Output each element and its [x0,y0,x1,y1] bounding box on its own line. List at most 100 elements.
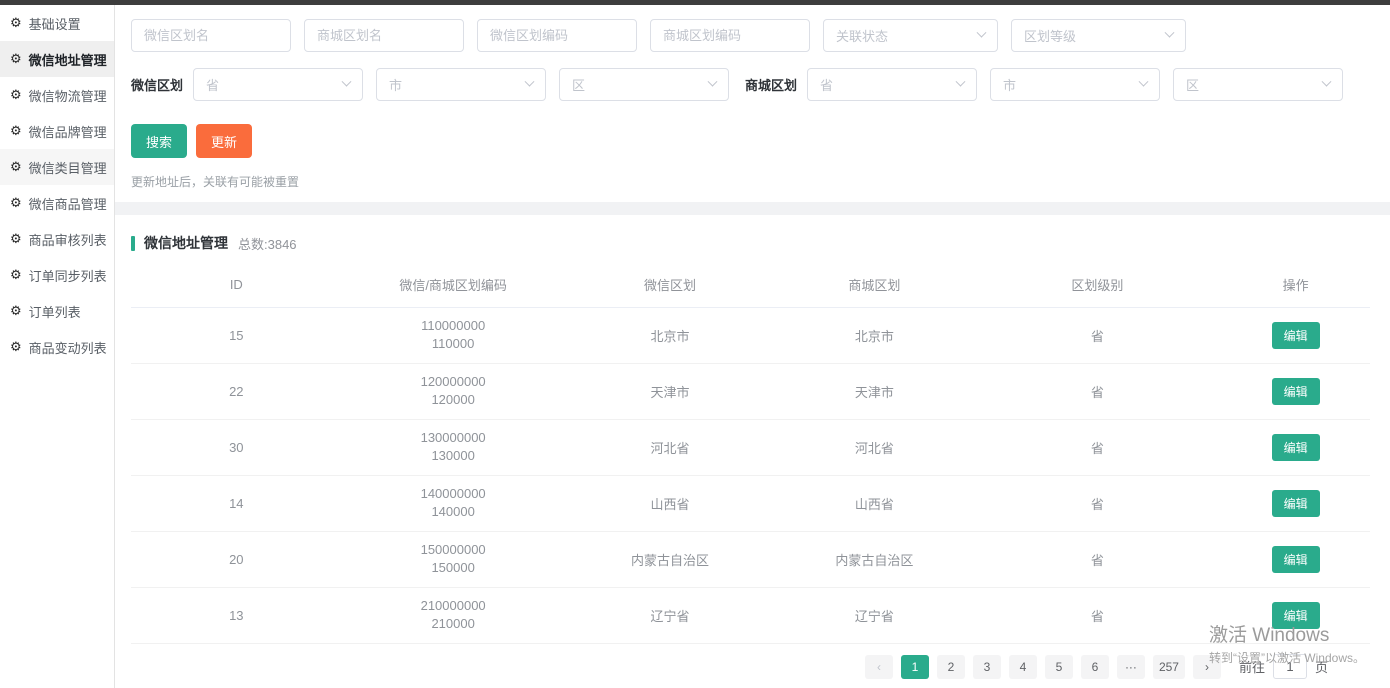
table-row: 14140000000140000山西省山西省省编辑 [131,475,1370,531]
chevron-down-icon [1165,28,1175,38]
column-header: 微信/商城区划编码 [342,263,565,307]
page-button[interactable]: 5 [1045,655,1073,679]
next-page-button[interactable]: › [1193,655,1221,679]
wechat-code: 150000000 [342,541,565,559]
section-header: 微信地址管理 总数:3846 [131,233,1370,253]
page-button[interactable]: 6 [1081,655,1109,679]
cell-level: 省 [974,363,1222,419]
gear-icon: ⚙ [10,161,22,174]
edit-button[interactable]: 编辑 [1272,322,1320,349]
cell-id: 13 [131,587,342,643]
more-pages-button[interactable]: ··· [1117,655,1145,679]
column-header: 商城区划 [775,263,973,307]
wechat-code: 110000000 [342,317,565,335]
cell-codes: 120000000120000 [342,363,565,419]
chevron-down-icon [708,77,718,87]
gear-icon: ⚙ [10,89,22,102]
cell-mall-region: 辽宁省 [775,587,973,643]
wechat-region-select[interactable]: 省 [193,68,363,101]
gear-icon: ⚙ [10,305,22,318]
edit-button[interactable]: 编辑 [1272,434,1320,461]
page-button[interactable]: 1 [901,655,929,679]
sidebar-item-label: 微信商品管理 [29,194,107,213]
cell-mall-region: 山西省 [775,475,973,531]
sidebar-item[interactable]: ⚙微信地址管理 [0,41,114,77]
edit-button[interactable]: 编辑 [1272,602,1320,629]
update-button[interactable]: 更新 [196,124,252,158]
cell-codes: 130000000130000 [342,419,565,475]
page-button[interactable]: 2 [937,655,965,679]
edit-button[interactable]: 编辑 [1272,378,1320,405]
mall-region-select[interactable]: 市 [990,68,1160,101]
wechat-region-select-placeholder: 区 [572,75,585,94]
filter-select-placeholder: 区划等级 [1024,26,1076,45]
gear-icon: ⚙ [10,233,22,246]
mall-region-select-placeholder: 省 [820,75,833,94]
cell-wechat-region: 辽宁省 [565,587,776,643]
sidebar-item[interactable]: ⚙微信商品管理 [0,185,114,221]
sidebar-item-label: 微信物流管理 [29,86,107,105]
cell-mall-region: 北京市 [775,307,973,363]
cell-id: 20 [131,531,342,587]
sidebar-item-label: 商品审核列表 [29,230,107,249]
filter-panel: 关联状态区划等级 微信区划省市区商城区划省市区 搜索 更新 更新地址后，关联有可… [115,5,1390,202]
mall-code: 140000 [342,503,565,521]
sidebar-item[interactable]: ⚙ 微信类目管理 [0,149,114,185]
table-row: 13210000000210000辽宁省辽宁省省编辑 [131,587,1370,643]
sidebar-item[interactable]: ⚙ 微信品牌管理 [0,113,114,149]
wechat-code: 140000000 [342,485,565,503]
column-header: 区划级别 [974,263,1222,307]
wechat-code: 120000000 [342,373,565,391]
page-button[interactable]: 257 [1153,655,1185,679]
sidebar-item[interactable]: ⚙ 商品变动列表 [0,329,114,365]
mall-region-select[interactable]: 省 [807,68,977,101]
goto-page-input[interactable] [1273,654,1307,679]
table-row: 15110000000110000北京市北京市省编辑 [131,307,1370,363]
prev-page-button[interactable]: ‹ [865,655,893,679]
chevron-down-icon [1322,77,1332,87]
filter-select[interactable]: 关联状态 [823,19,998,52]
wechat-region-select[interactable]: 市 [376,68,546,101]
cell-wechat-region: 天津市 [565,363,776,419]
cell-level: 省 [974,531,1222,587]
filter-text-input[interactable] [650,19,810,52]
sidebar-item[interactable]: ⚙订单同步列表 [0,257,114,293]
sidebar-item[interactable]: ⚙订单列表 [0,293,114,329]
filter-text-input[interactable] [477,19,637,52]
sidebar: ⚙基础设置⚙微信地址管理⚙微信物流管理⚙微信品牌管理⚙微信类目管理⚙微信商品管理… [0,5,115,688]
wechat-code: 130000000 [342,429,565,447]
gear-icon: ⚙ [10,53,22,66]
cell-id: 14 [131,475,342,531]
wechat-region-select-placeholder: 市 [389,75,402,94]
cell-id: 15 [131,307,342,363]
edit-button[interactable]: 编辑 [1272,546,1320,573]
cell-codes: 140000000140000 [342,475,565,531]
gear-icon: ⚙ [10,125,22,138]
page-button[interactable]: 4 [1009,655,1037,679]
cell-id: 30 [131,419,342,475]
wechat-region-select[interactable]: 区 [559,68,729,101]
wechat-region-select-placeholder: 省 [206,75,219,94]
filter-text-input[interactable] [304,19,464,52]
mall-code: 210000 [342,615,565,633]
sidebar-item-label: 微信类目管理 [29,158,107,177]
sidebar-item-label: 商品变动列表 [29,338,107,357]
mall-region-select[interactable]: 区 [1173,68,1343,101]
page-button[interactable]: 3 [973,655,1001,679]
table-row: 20150000000150000内蒙古自治区内蒙古自治区省编辑 [131,531,1370,587]
mall-code: 130000 [342,447,565,465]
filter-select[interactable]: 区划等级 [1011,19,1186,52]
filter-text-input[interactable] [131,19,291,52]
sidebar-item[interactable]: ⚙ 微信物流管理 [0,77,114,113]
cell-mall-region: 天津市 [775,363,973,419]
mall-code: 110000 [342,335,565,353]
search-button[interactable]: 搜索 [131,124,187,158]
sidebar-item-label: 微信品牌管理 [29,122,107,141]
sidebar-item[interactable]: ⚙ 商品审核列表 [0,221,114,257]
sidebar-item[interactable]: ⚙基础设置 [0,5,114,41]
gear-icon: ⚙ [10,341,22,354]
sidebar-item-label: 订单同步列表 [29,266,107,285]
edit-button[interactable]: 编辑 [1272,490,1320,517]
cell-actions: 编辑 [1221,419,1370,475]
mall-code: 150000 [342,559,565,577]
